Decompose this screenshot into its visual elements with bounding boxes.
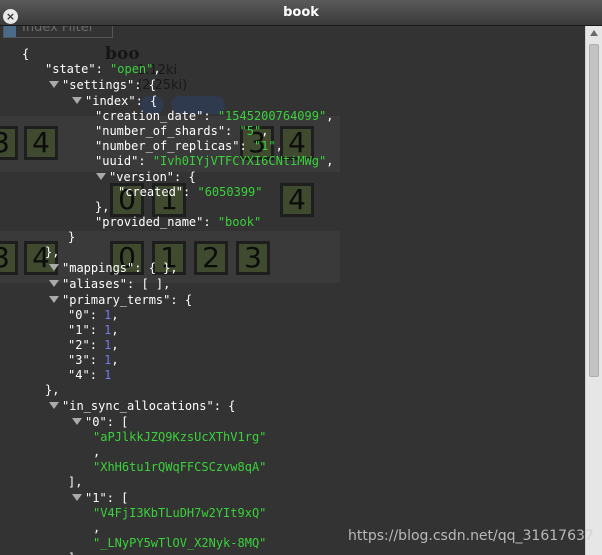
json-line: "number_of_replicas": "1", bbox=[95, 139, 283, 153]
json-line[interactable]: "version": { bbox=[96, 170, 196, 185]
json-viewer: Index Filter boo 1.12ki (2.25ki) 3 4 3 4… bbox=[0, 26, 585, 555]
json-line[interactable]: "1": [ bbox=[72, 491, 128, 506]
index-filter-input: Index Filter bbox=[3, 26, 113, 38]
shard-box: 3 bbox=[0, 241, 18, 275]
index-name: boo bbox=[105, 44, 140, 64]
shard-box: 3 bbox=[236, 241, 270, 275]
json-line: "4": 1 bbox=[68, 368, 112, 382]
json-line: "number_of_shards": "5", bbox=[95, 124, 269, 138]
json-line: }, bbox=[45, 245, 60, 259]
json-line: "_LNyPY5wTlOV_X2Nyk-8MQ" bbox=[93, 536, 267, 550]
json-line: "3": 1, bbox=[68, 353, 119, 367]
json-line: }, bbox=[45, 383, 60, 397]
json-line: { bbox=[22, 47, 30, 61]
collapse-toggle-icon[interactable] bbox=[49, 280, 59, 287]
window-title: book bbox=[283, 5, 319, 20]
json-line[interactable]: "0": [ bbox=[72, 415, 128, 430]
json-line: "V4FjI3KbTLuDH7w2YIt9xQ" bbox=[93, 506, 267, 520]
json-line: "uuid": "Ivh0IYjVTFCYXI6CNtiMWg", bbox=[95, 154, 334, 168]
json-line: , bbox=[93, 445, 101, 459]
collapse-toggle-icon[interactable] bbox=[49, 296, 59, 303]
collapse-toggle-icon[interactable] bbox=[72, 97, 82, 104]
shard-box: 4 bbox=[24, 126, 58, 160]
collapse-toggle-icon[interactable] bbox=[72, 418, 82, 425]
json-line[interactable]: "settings": { bbox=[49, 78, 156, 93]
json-line: } bbox=[68, 230, 76, 244]
collapse-toggle-icon[interactable] bbox=[49, 81, 59, 88]
watermark: https://blog.csdn.net/qq_31617637 bbox=[348, 528, 594, 544]
json-line: "aPJlkkJZQ9KzsUcXThV1rg" bbox=[93, 430, 267, 444]
collapse-toggle-icon[interactable] bbox=[96, 173, 106, 180]
json-line: , bbox=[93, 521, 101, 535]
window-titlebar: × book bbox=[0, 0, 602, 26]
json-line: "XhH6tu1rQWqFFCSCzvw8qA" bbox=[93, 460, 267, 474]
json-line: "created": "6050399" bbox=[118, 185, 263, 199]
collapse-toggle-icon[interactable] bbox=[49, 402, 59, 409]
collapse-toggle-icon[interactable] bbox=[72, 494, 82, 501]
shard-box: 4 bbox=[280, 183, 314, 217]
json-line: "creation_date": "1545200764099", bbox=[95, 109, 334, 123]
json-line: "2": 1, bbox=[68, 338, 119, 352]
json-line: ], bbox=[68, 475, 83, 489]
json-line: "provided_name": "book" bbox=[95, 215, 262, 229]
json-line[interactable]: "in_sync_allocations": { bbox=[49, 399, 235, 414]
json-line: "0": 1, bbox=[68, 308, 119, 322]
scroll-up-arrow-icon[interactable] bbox=[590, 30, 598, 36]
json-line[interactable]: "primary_terms": { bbox=[49, 293, 192, 308]
json-line: ], bbox=[68, 551, 82, 555]
json-line: }, bbox=[95, 200, 110, 214]
collapse-toggle-icon[interactable] bbox=[49, 264, 59, 271]
json-line[interactable]: "mappings": { }, bbox=[49, 261, 178, 276]
shard-box: 2 bbox=[194, 241, 228, 275]
json-line: "state": "open", bbox=[45, 62, 161, 76]
json-line: "1": 1, bbox=[68, 323, 119, 337]
shard-box: 3 bbox=[0, 126, 18, 160]
json-line[interactable]: "aliases": [ ], bbox=[49, 277, 170, 292]
json-line[interactable]: "index": { bbox=[72, 94, 157, 109]
vertical-scrollbar[interactable] bbox=[585, 26, 602, 555]
scroll-thumb[interactable] bbox=[589, 44, 599, 377]
